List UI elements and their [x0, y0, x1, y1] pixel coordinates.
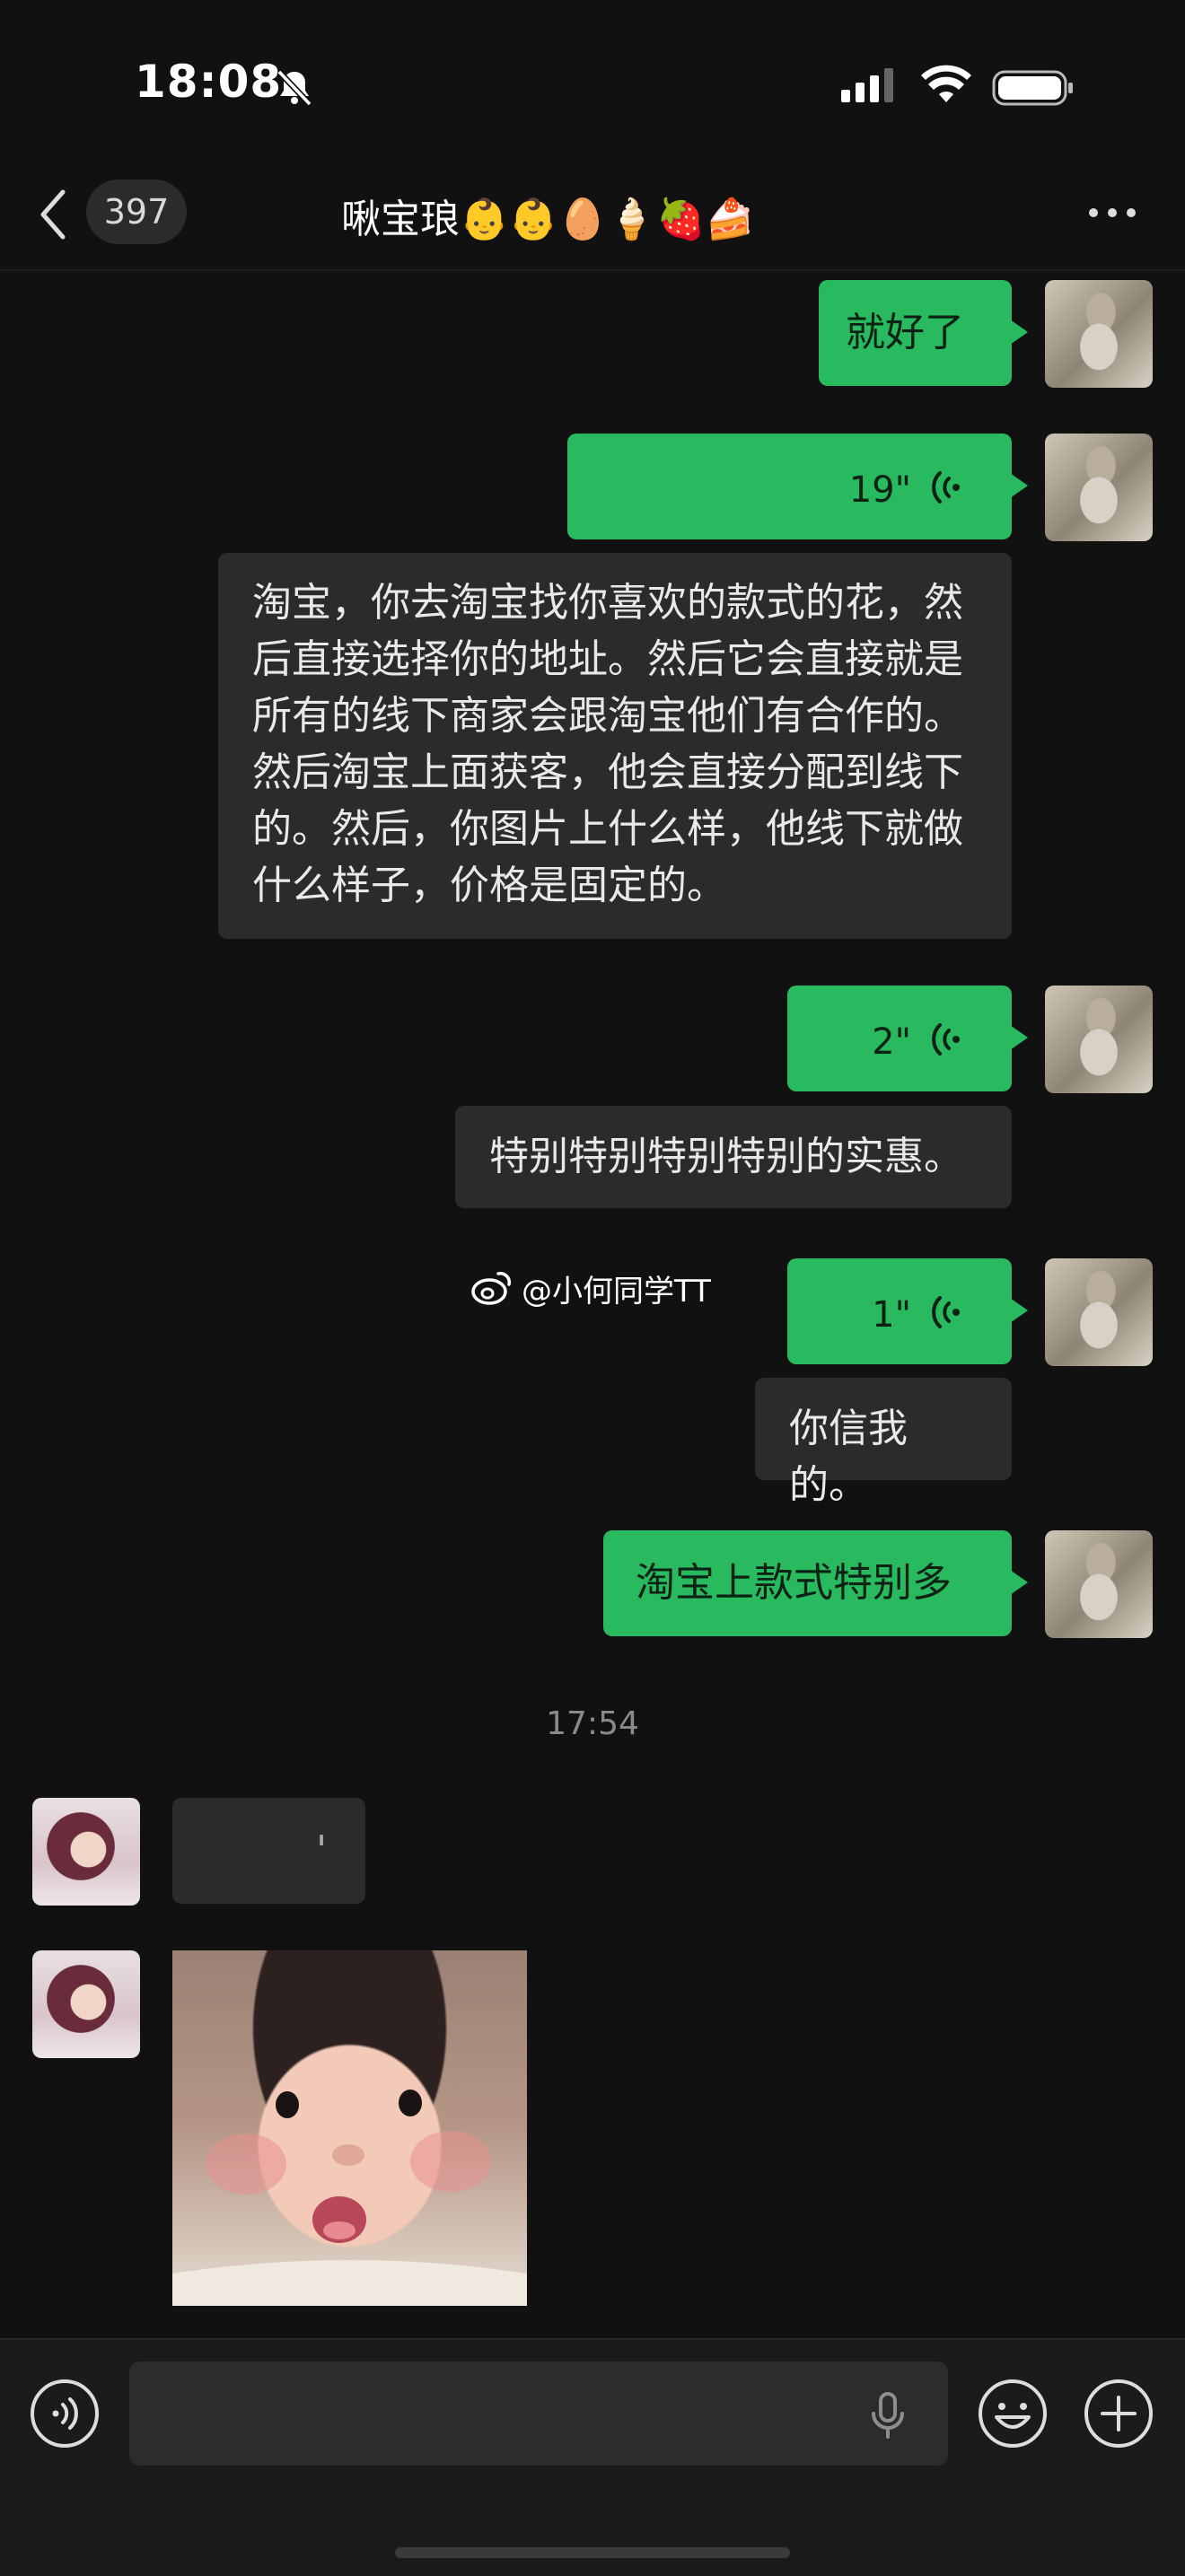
- emoji-icon[interactable]: [977, 2378, 1049, 2449]
- voice-transcript-bubble[interactable]: 特别特别特别特别的实惠。: [455, 1106, 1012, 1208]
- voice-message-bubble[interactable]: 1": [787, 1258, 1028, 1364]
- chevron-left-icon[interactable]: [36, 185, 72, 244]
- my-avatar[interactable]: [1045, 1530, 1153, 1638]
- message-bubble-received[interactable]: ': [172, 1798, 365, 1904]
- more-dots-icon[interactable]: [1086, 199, 1138, 226]
- message-text: ': [316, 1827, 328, 1873]
- message-text: 淘宝上款式特别多: [636, 1560, 952, 1606]
- chat-title: 啾宝琅👶👶🥚🍦🍓🍰: [341, 197, 755, 242]
- voice-wave-icon: [932, 1023, 960, 1056]
- home-indicator: [395, 2547, 790, 2558]
- voice-duration: 2": [872, 1021, 911, 1063]
- contact-avatar[interactable]: [32, 1950, 140, 2058]
- message-bubble-sent[interactable]: 就好了: [819, 280, 1028, 386]
- baby-photo-message[interactable]: [172, 1950, 527, 2306]
- voice-duration: 19": [848, 469, 911, 511]
- cellular-signal-icon: [841, 68, 893, 102]
- bell-slash-icon: [276, 69, 312, 107]
- input-bar: [0, 2338, 1185, 2576]
- transcript-text: 特别特别特别特别的实惠。: [489, 1134, 963, 1179]
- voice-wave-icon: [932, 1296, 960, 1328]
- microphone-icon[interactable]: [865, 2390, 910, 2440]
- contact-avatar[interactable]: [32, 1798, 140, 1906]
- message-bubble-sent[interactable]: 淘宝上款式特别多: [603, 1530, 1028, 1636]
- voice-message-bubble[interactable]: 2": [787, 986, 1028, 1091]
- status-time: 18:08: [135, 56, 283, 108]
- voice-duration: 1": [872, 1294, 911, 1336]
- unread-count-badge[interactable]: 397: [86, 180, 187, 244]
- weibo-logo-icon: [471, 1272, 511, 1305]
- voice-toggle-icon[interactable]: [29, 2378, 101, 2449]
- my-avatar[interactable]: [1045, 434, 1153, 541]
- plus-icon[interactable]: [1083, 2378, 1154, 2449]
- voice-message-bubble[interactable]: 19": [567, 434, 1028, 539]
- battery-icon: [992, 70, 1073, 106]
- voice-wave-icon: [932, 471, 960, 504]
- weibo-watermark: @小何同学TT: [471, 1266, 711, 1310]
- message-input[interactable]: [129, 2361, 948, 2466]
- transcript-text: 你信我的。: [789, 1406, 908, 1508]
- voice-transcript-bubble[interactable]: 淘宝，你去淘宝找你喜欢的款式的花，然后直接选择你的地址。然后它会直接就是所有的线…: [218, 553, 1012, 939]
- my-avatar[interactable]: [1045, 280, 1153, 388]
- voice-transcript-bubble[interactable]: 你信我的。: [755, 1378, 1012, 1508]
- wifi-icon: [921, 65, 971, 102]
- my-avatar[interactable]: [1045, 986, 1153, 1093]
- message-text: 就好了: [846, 310, 964, 355]
- chat-header: 397 啾宝琅👶👶🥚🍦🍓🍰: [0, 162, 1185, 271]
- my-avatar[interactable]: [1045, 1258, 1153, 1366]
- watermark-text: @小何同学TT: [522, 1273, 711, 1310]
- message-timestamp: 17:54: [546, 1705, 639, 1742]
- baby-face-image: [172, 2090, 527, 2306]
- transcript-text: 淘宝，你去淘宝找你喜欢的款式的花，然后直接选择你的地址。然后它会直接就是所有的线…: [252, 580, 963, 908]
